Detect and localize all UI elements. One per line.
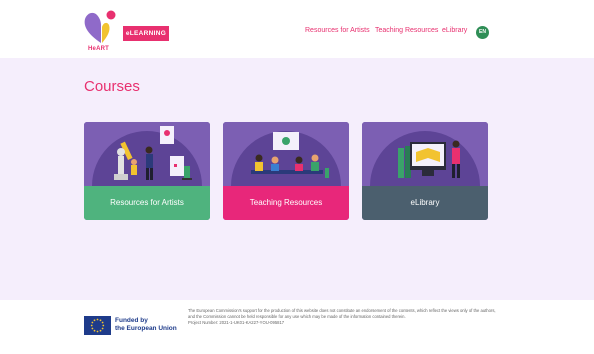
nav-resources-for-artists[interactable]: Resources for Artists <box>305 27 370 39</box>
card-label: eLibrary <box>362 186 488 220</box>
eu-flag-icon <box>84 316 111 335</box>
course-card-elibrary[interactable]: eLibrary <box>362 122 488 220</box>
artists-illustration <box>84 122 210 186</box>
teaching-illustration <box>223 122 349 186</box>
courses-section: Courses Resources for Artists Teaching R… <box>0 58 594 300</box>
project-number: Project Number: 2021-1-UK01-KA227-YOU-09… <box>188 320 285 325</box>
site-footer: Funded by the European Union The Europea… <box>0 300 594 354</box>
nav-elibrary[interactable]: eLibrary <box>442 27 467 39</box>
disclaimer-text: The European Commission's support for th… <box>188 308 496 319</box>
page-title: Courses <box>84 78 140 95</box>
funded-line-1: Funded by <box>115 317 148 324</box>
card-label: Teaching Resources <box>223 186 349 220</box>
logo-text: HeART <box>88 46 110 52</box>
funded-line-2: the European Union <box>115 325 177 332</box>
elearning-badge: eLEARNING <box>124 27 168 40</box>
funded-by-eu: Funded by the European Union <box>115 317 185 333</box>
nav-teaching-resources[interactable]: Teaching Resources <box>375 27 438 39</box>
disclaimer: The European Commission's support for th… <box>188 308 498 326</box>
language-selector[interactable]: EN <box>476 26 489 39</box>
site-header: HeART eLEARNING Resources for Artists Te… <box>0 0 594 58</box>
course-card-resources-for-artists[interactable]: Resources for Artists <box>84 122 210 220</box>
card-label: Resources for Artists <box>84 186 210 220</box>
elibrary-illustration <box>362 122 488 186</box>
course-card-teaching-resources[interactable]: Teaching Resources <box>223 122 349 220</box>
